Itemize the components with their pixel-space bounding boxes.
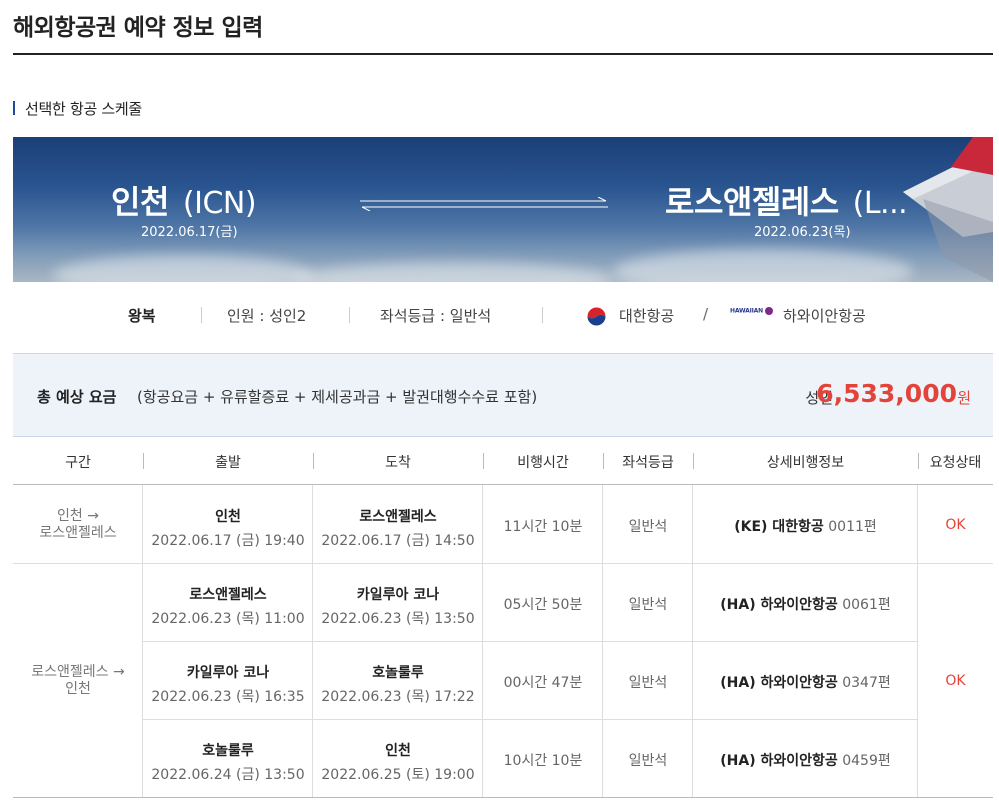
departure-place: 로스앤젤레스 (189, 587, 267, 603)
cloud-decoration (53, 255, 313, 282)
carrier: (KE) 대한항공 (734, 519, 824, 535)
arrival-time: 2022.06.17 (금) 14:50 (321, 533, 475, 549)
seat-class-cell: 일반석 (628, 519, 668, 535)
summary-divider (542, 307, 543, 323)
total-fare-box: 총 예상 요금 (항공요금 + 유류할증료 + 제세공과금 + 발권대행수수료 … (13, 353, 993, 437)
arrival-time: 2022.06.25 (토) 19:00 (321, 767, 475, 783)
round-trip-arrows-icon (360, 197, 608, 211)
arrival-place: 로스앤젤레스 (359, 509, 437, 525)
table-bottom-border (13, 797, 993, 798)
flight-number: 0347편 (842, 675, 891, 691)
segment-line1: 인천 → (57, 508, 99, 524)
departure-place: 인천 (215, 509, 241, 525)
departure-cell: 인천 2022.06.17 (금) 19:40 (143, 506, 313, 550)
airline-divider: / (703, 305, 709, 323)
seat-class-cell: 일반석 (628, 675, 668, 691)
fare-includes: (항공요금 + 유류할증료 + 제세공과금 + 발권대행수수료 포함) (137, 388, 538, 406)
title-divider (13, 53, 993, 55)
arrival-place: 호놀룰루 (372, 665, 424, 681)
flight-detail: (KE) 대한항공 0011편 (693, 516, 918, 536)
fare-currency-unit: 원 (957, 389, 971, 407)
departure-cell: 로스앤젤레스 2022.06.23 (목) 11:00 (143, 584, 313, 628)
departure-cell: 카일루아 코나 2022.06.23 (목) 16:35 (143, 662, 313, 706)
airline-korean-air: 대한항공 (619, 307, 675, 325)
segment-label: 인천 → 로스앤젤레스 (13, 508, 143, 542)
segment-line2: 로스앤젤레스 (39, 525, 117, 541)
departure-place: 카일루아 코나 (186, 665, 270, 681)
summary-divider (349, 307, 350, 323)
page-title: 해외항공권 예약 정보 입력 (13, 15, 263, 41)
section-accent-bar (13, 101, 15, 115)
korean-air-logo-icon (587, 307, 606, 326)
destination-date: 2022.06.23(목) (754, 225, 851, 240)
header-departure: 출발 (215, 455, 241, 471)
trip-type: 왕복 (128, 307, 156, 325)
row-divider (143, 641, 918, 642)
segment-line1: 로스앤젤레스 → (31, 664, 125, 680)
seat-class: 좌석등급 : 일반석 (380, 307, 492, 325)
table-header: 구간 출발 도착 비행시간 좌석등급 상세비행정보 요청상태 (13, 438, 993, 485)
flight-number: 0011편 (828, 519, 877, 535)
departure-cell: 호놀룰루 2022.06.24 (금) 13:50 (143, 740, 313, 784)
flight-duration: 00시간 47분 (503, 675, 583, 691)
section-header: 선택한 항공 스케줄 (13, 99, 142, 118)
flight-detail: (HA) 하와이안항공 0061편 (693, 594, 918, 614)
row-divider (143, 719, 918, 720)
airline-hawaiian: 하와이안항공 (783, 307, 866, 325)
fare-amount: 6,533,000 (816, 379, 957, 408)
cloud-decoration (613, 249, 913, 282)
departure-place: 호놀룰루 (202, 743, 254, 759)
arrival-cell: 로스앤젤레스 2022.06.17 (금) 14:50 (313, 506, 483, 550)
passenger-count: 인원 : 성인2 (227, 307, 307, 325)
header-arrival: 도착 (385, 455, 411, 471)
flight-detail: (HA) 하와이안항공 0459편 (693, 750, 918, 770)
status-badge: OK (945, 673, 966, 689)
airplane-wing-image (903, 137, 993, 282)
flight-number: 0459편 (842, 753, 891, 769)
flight-duration: 05시간 50분 (503, 597, 583, 613)
carrier: (HA) 하와이안항공 (720, 597, 838, 613)
fare-title: 총 예상 요금 (37, 388, 117, 406)
seat-class-cell: 일반석 (628, 753, 668, 769)
departure-time: 2022.06.23 (목) 16:35 (151, 689, 305, 705)
segment-label: 로스앤젤레스 → 인천 (13, 664, 143, 698)
cloud-decoration (293, 262, 613, 282)
departure-time: 2022.06.17 (금) 19:40 (151, 533, 305, 549)
header-seat-class: 좌석등급 (622, 455, 674, 471)
segment-line2: 인천 (65, 681, 91, 697)
origin-date: 2022.06.17(금) (141, 225, 238, 240)
destination-city: 로스앤젤레스 (L... (665, 183, 908, 221)
arrival-cell: 카일루아 코나 2022.06.23 (목) 13:50 (313, 584, 483, 628)
summary-divider (201, 307, 202, 323)
header-flight-detail: 상세비행정보 (766, 455, 845, 471)
arrival-place: 카일루아 코나 (356, 587, 440, 603)
hawaiian-airlines-logo-icon: HAWAIIAN (730, 307, 773, 315)
carrier: (HA) 하와이안항공 (720, 675, 838, 691)
departure-time: 2022.06.23 (목) 11:00 (151, 611, 305, 627)
carrier: (HA) 하와이안항공 (720, 753, 838, 769)
header-segment: 구간 (65, 455, 91, 471)
section-title: 선택한 항공 스케줄 (25, 99, 142, 118)
flight-number: 0061편 (842, 597, 891, 613)
header-duration: 비행시간 (517, 455, 569, 471)
arrival-cell: 인천 2022.06.25 (토) 19:00 (313, 740, 483, 784)
trip-summary: 왕복 인원 : 성인2 좌석등급 : 일반석 대한항공 / HAWAIIAN 하… (13, 293, 993, 338)
flight-duration: 11시간 10분 (503, 519, 583, 535)
status-badge: OK (945, 517, 966, 533)
row-divider (143, 563, 918, 564)
header-status: 요청상태 (929, 455, 982, 471)
route-banner: 인천 (ICN) 2022.06.17(금) 로스앤젤레스 (L... 2022.0… (13, 137, 993, 282)
seat-class-cell: 일반석 (628, 597, 668, 613)
flight-duration: 10시간 10분 (503, 753, 583, 769)
origin-city: 인천 (ICN) (111, 183, 257, 221)
arrival-place: 인천 (385, 743, 411, 759)
row-divider (13, 563, 143, 564)
flight-detail: (HA) 하와이안항공 0347편 (693, 672, 918, 692)
arrival-time: 2022.06.23 (목) 13:50 (321, 611, 475, 627)
departure-time: 2022.06.24 (금) 13:50 (151, 767, 305, 783)
arrival-time: 2022.06.23 (목) 17:22 (321, 689, 475, 705)
row-divider (918, 563, 993, 564)
arrival-cell: 호놀룰루 2022.06.23 (목) 17:22 (313, 662, 483, 706)
